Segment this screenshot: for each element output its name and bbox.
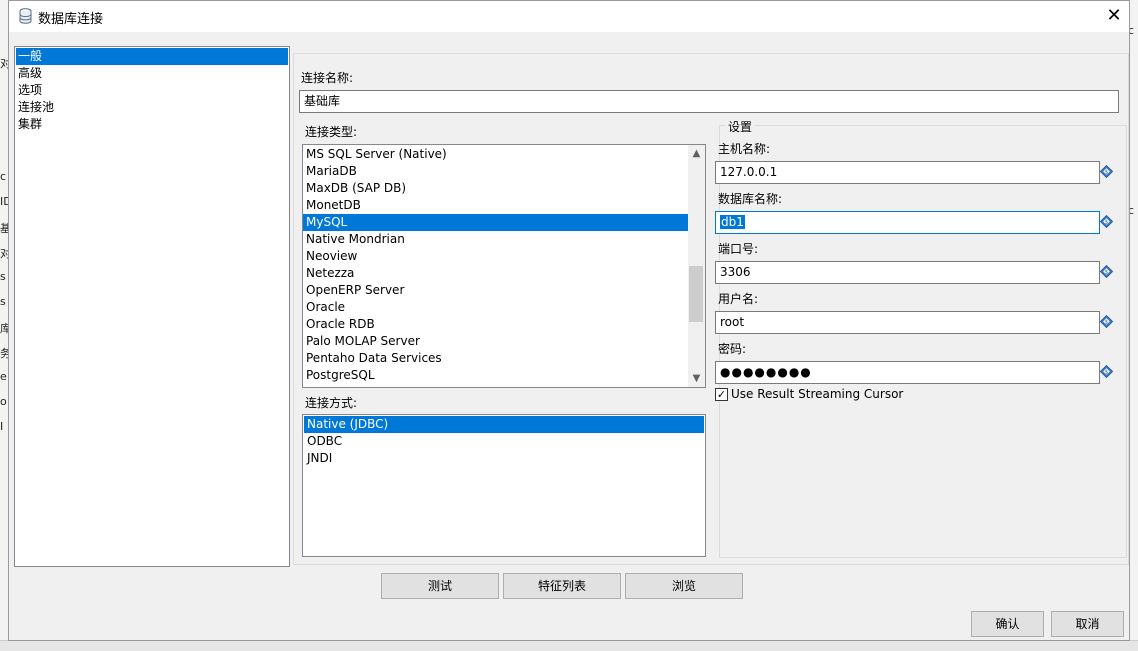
port-input[interactable]: 3306 bbox=[715, 261, 1100, 284]
bg-fragment: I bbox=[0, 420, 4, 433]
list-item[interactable]: Oracle RDB bbox=[303, 316, 688, 333]
svg-text:$: $ bbox=[1105, 170, 1108, 176]
bg-fragment: s bbox=[0, 295, 6, 308]
list-item[interactable]: Native Mondrian bbox=[303, 231, 688, 248]
list-item[interactable]: ODBC bbox=[304, 433, 704, 450]
database-connection-dialog: 数据库连接 ✕ 一般 高级 选项 连接池 集群 连接名称: 基础库 连接类型: … bbox=[8, 0, 1130, 641]
connection-type-label: 连接类型: bbox=[305, 125, 358, 139]
list-item[interactable]: PostgreSQL bbox=[303, 367, 688, 384]
feature-list-button[interactable]: 特征列表 bbox=[503, 573, 621, 599]
nav-item-advanced[interactable]: 高级 bbox=[15, 65, 289, 82]
access-method-label: 连接方式: bbox=[305, 396, 358, 410]
list-item[interactable]: MonetDB bbox=[303, 197, 688, 214]
category-list: 一般 高级 选项 连接池 集群 bbox=[14, 46, 290, 567]
list-item[interactable]: MS SQL Server (Native) bbox=[303, 146, 688, 163]
streaming-cursor-checkbox[interactable]: ✓ bbox=[715, 388, 728, 401]
nav-item-general[interactable]: 一般 bbox=[16, 48, 288, 65]
dialog-title: 数据库连接 bbox=[38, 12, 104, 27]
svg-text:$: $ bbox=[1105, 370, 1108, 376]
bg-fragment: o bbox=[0, 395, 7, 408]
scroll-up-icon[interactable]: ▲ bbox=[688, 145, 705, 162]
username-input[interactable]: root bbox=[715, 311, 1100, 334]
username-label: 用户名: bbox=[718, 292, 759, 306]
list-item[interactable]: JNDI bbox=[304, 450, 704, 467]
list-item[interactable]: OpenERP Server bbox=[303, 282, 688, 299]
ok-button[interactable]: 确认 bbox=[971, 611, 1044, 637]
access-method-list[interactable]: Native (JDBC) ODBC JNDI bbox=[302, 414, 706, 557]
host-input[interactable]: 127.0.0.1 bbox=[715, 161, 1100, 184]
connection-name-input[interactable]: 基础库 bbox=[299, 90, 1119, 113]
database-name-label: 数据库名称: bbox=[718, 192, 783, 206]
password-input[interactable]: ●●●●●●●● bbox=[715, 361, 1100, 384]
list-item[interactable]: Palo MOLAP Server bbox=[303, 333, 688, 350]
background-app-bottom-edge bbox=[0, 640, 1138, 651]
bg-fragment: s bbox=[0, 270, 6, 283]
connection-type-list[interactable]: MS SQL Server (Native) MariaDB MaxDB (SA… bbox=[302, 144, 706, 388]
checkmark-icon: ✓ bbox=[716, 388, 727, 401]
scroll-thumb[interactable] bbox=[689, 266, 703, 322]
list-item[interactable]: Neoview bbox=[303, 248, 688, 265]
connection-name-label: 连接名称: bbox=[301, 71, 354, 85]
svg-text:$: $ bbox=[1105, 220, 1108, 226]
close-icon: ✕ bbox=[1106, 5, 1122, 26]
title-bar[interactable]: 数据库连接 ✕ bbox=[9, 1, 1129, 32]
bg-fragment: e bbox=[0, 370, 7, 383]
list-item-selected[interactable]: MySQL bbox=[303, 214, 688, 231]
streaming-cursor-label: Use Result Streaming Cursor bbox=[731, 387, 904, 401]
vertical-scrollbar[interactable]: ▲ ▼ bbox=[688, 145, 705, 387]
list-item[interactable]: Oracle bbox=[303, 299, 688, 316]
list-item[interactable]: MariaDB bbox=[303, 163, 688, 180]
database-icon bbox=[19, 8, 32, 24]
host-label: 主机名称: bbox=[718, 142, 771, 156]
nav-item-options[interactable]: 选项 bbox=[15, 82, 289, 99]
variable-diamond-icon[interactable]: $ bbox=[1100, 365, 1113, 378]
password-label: 密码: bbox=[718, 342, 747, 356]
nav-item-cluster[interactable]: 集群 bbox=[15, 116, 289, 133]
variable-diamond-icon[interactable]: $ bbox=[1100, 165, 1113, 178]
nav-item-pooling[interactable]: 连接池 bbox=[15, 99, 289, 116]
svg-text:$: $ bbox=[1105, 270, 1108, 276]
variable-diamond-icon[interactable]: $ bbox=[1100, 315, 1113, 328]
variable-diamond-icon[interactable]: $ bbox=[1100, 215, 1113, 228]
port-label: 端口号: bbox=[718, 242, 759, 256]
list-item[interactable]: Pentaho Data Services bbox=[303, 350, 688, 367]
list-item[interactable]: MaxDB (SAP DB) bbox=[303, 180, 688, 197]
variable-diamond-icon[interactable]: $ bbox=[1100, 265, 1113, 278]
list-item[interactable]: Netezza bbox=[303, 265, 688, 282]
list-item-selected[interactable]: Native (JDBC) bbox=[304, 416, 704, 433]
settings-group-title: 设置 bbox=[725, 118, 756, 135]
cancel-button[interactable]: 取消 bbox=[1051, 611, 1124, 637]
svg-text:$: $ bbox=[1105, 320, 1108, 326]
close-button[interactable]: ✕ bbox=[1099, 1, 1129, 32]
selected-text: db1 bbox=[720, 215, 745, 229]
test-button[interactable]: 测试 bbox=[381, 573, 499, 599]
database-name-input[interactable]: db1 bbox=[715, 211, 1100, 234]
scroll-down-icon[interactable]: ▼ bbox=[688, 370, 705, 387]
explore-button[interactable]: 浏览 bbox=[625, 573, 743, 599]
bg-fragment: c bbox=[0, 170, 7, 183]
